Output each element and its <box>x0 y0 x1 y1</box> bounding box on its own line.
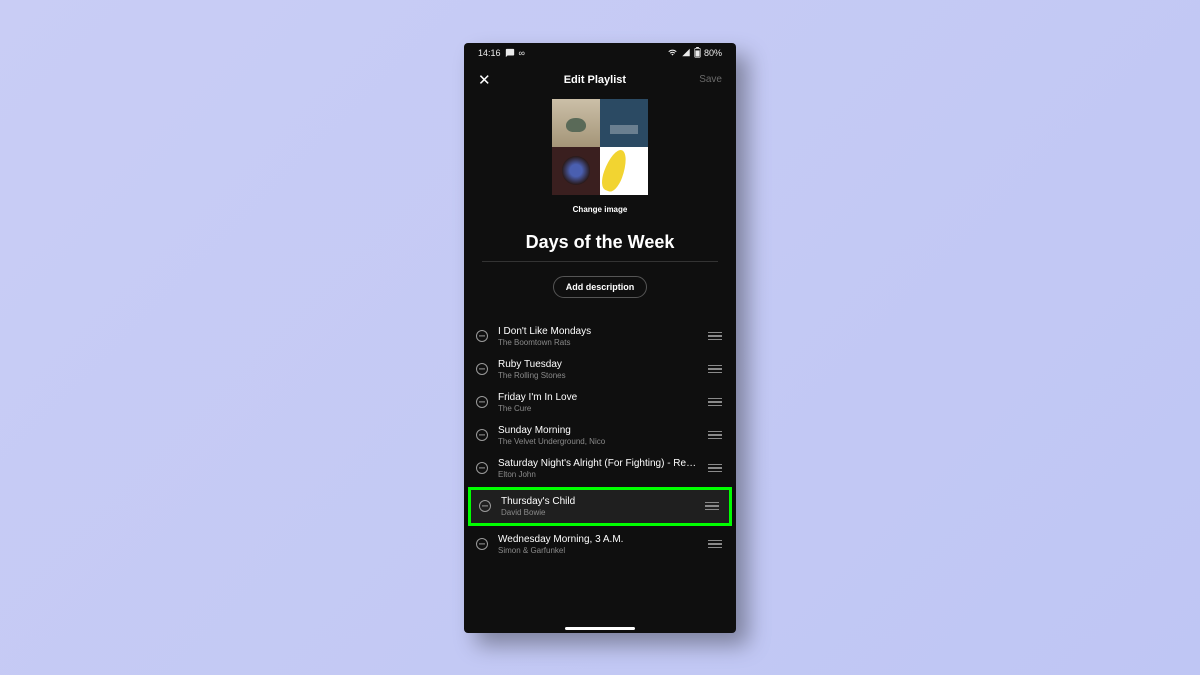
remove-track-icon[interactable] <box>476 330 488 342</box>
track-title: Ruby Tuesday <box>498 359 698 370</box>
track-row[interactable]: Thursday's ChildDavid Bowie <box>468 487 732 526</box>
home-indicator[interactable] <box>565 627 635 630</box>
phone-frame: 14:16 ∞ 80% ✕ Edit Playlist Save Change … <box>464 43 736 633</box>
track-row[interactable]: Ruby TuesdayThe Rolling Stones <box>464 353 736 386</box>
close-icon[interactable]: ✕ <box>478 71 491 89</box>
track-title: Saturday Night's Alright (For Fighting) … <box>498 458 698 469</box>
track-info: Wednesday Morning, 3 A.M.Simon & Garfunk… <box>498 534 698 555</box>
drag-handle-icon[interactable] <box>708 398 722 406</box>
track-artist: Simon & Garfunkel <box>498 546 698 555</box>
track-title: Thursday's Child <box>501 496 695 507</box>
drag-handle-icon[interactable] <box>708 332 722 340</box>
track-list: I Don't Like MondaysThe Boomtown Rats Rub… <box>464 320 736 561</box>
playlist-cover[interactable] <box>552 99 648 195</box>
track-artist: The Cure <box>498 404 698 413</box>
track-artist: The Boomtown Rats <box>498 338 698 347</box>
clock: 14:16 <box>478 48 501 58</box>
cover-tile-4 <box>600 147 648 195</box>
track-row[interactable]: Sunday MorningThe Velvet Underground, Ni… <box>464 419 736 452</box>
wifi-icon <box>667 48 678 57</box>
cover-tile-3 <box>552 147 600 195</box>
battery-icon <box>694 47 701 58</box>
track-info: Friday I'm In LoveThe Cure <box>498 392 698 413</box>
message-icon <box>505 48 515 58</box>
cover-area: Change image <box>464 99 736 214</box>
remove-track-icon[interactable] <box>476 363 488 375</box>
track-artist: The Rolling Stones <box>498 371 698 380</box>
cover-tile-2 <box>600 99 648 147</box>
track-row[interactable]: Friday I'm In LoveThe Cure <box>464 386 736 419</box>
track-info: Ruby TuesdayThe Rolling Stones <box>498 359 698 380</box>
cover-tile-1 <box>552 99 600 147</box>
track-artist: Elton John <box>498 470 698 479</box>
drag-handle-icon[interactable] <box>705 502 719 510</box>
track-info: Sunday MorningThe Velvet Underground, Ni… <box>498 425 698 446</box>
track-row[interactable]: Saturday Night's Alright (For Fighting) … <box>464 452 736 485</box>
status-left: 14:16 ∞ <box>478 48 525 58</box>
save-button[interactable]: Save <box>699 74 722 85</box>
track-title: I Don't Like Mondays <box>498 326 698 337</box>
status-bar: 14:16 ∞ 80% <box>464 43 736 63</box>
track-artist: David Bowie <box>501 508 695 517</box>
remove-track-icon[interactable] <box>476 396 488 408</box>
playlist-name-input[interactable]: Days of the Week <box>482 232 718 262</box>
track-row[interactable]: I Don't Like MondaysThe Boomtown Rats <box>464 320 736 353</box>
app-header: ✕ Edit Playlist Save <box>464 63 736 97</box>
track-info: I Don't Like MondaysThe Boomtown Rats <box>498 326 698 347</box>
remove-track-icon[interactable] <box>479 500 491 512</box>
track-info: Thursday's ChildDavid Bowie <box>501 496 695 517</box>
infinity-icon: ∞ <box>519 48 525 58</box>
signal-icon <box>681 48 691 57</box>
change-image-button[interactable]: Change image <box>573 205 628 214</box>
remove-track-icon[interactable] <box>476 429 488 441</box>
track-title: Friday I'm In Love <box>498 392 698 403</box>
battery-percent: 80% <box>704 48 722 58</box>
track-info: Saturday Night's Alright (For Fighting) … <box>498 458 698 479</box>
status-right: 80% <box>667 47 722 58</box>
track-artist: The Velvet Underground, Nico <box>498 437 698 446</box>
add-description-button[interactable]: Add description <box>553 276 648 298</box>
drag-handle-icon[interactable] <box>708 365 722 373</box>
remove-track-icon[interactable] <box>476 538 488 550</box>
track-row[interactable]: Wednesday Morning, 3 A.M.Simon & Garfunk… <box>464 528 736 561</box>
track-title: Wednesday Morning, 3 A.M. <box>498 534 698 545</box>
drag-handle-icon[interactable] <box>708 540 722 548</box>
page-title: Edit Playlist <box>491 74 700 86</box>
remove-track-icon[interactable] <box>476 462 488 474</box>
track-title: Sunday Morning <box>498 425 698 436</box>
drag-handle-icon[interactable] <box>708 464 722 472</box>
drag-handle-icon[interactable] <box>708 431 722 439</box>
